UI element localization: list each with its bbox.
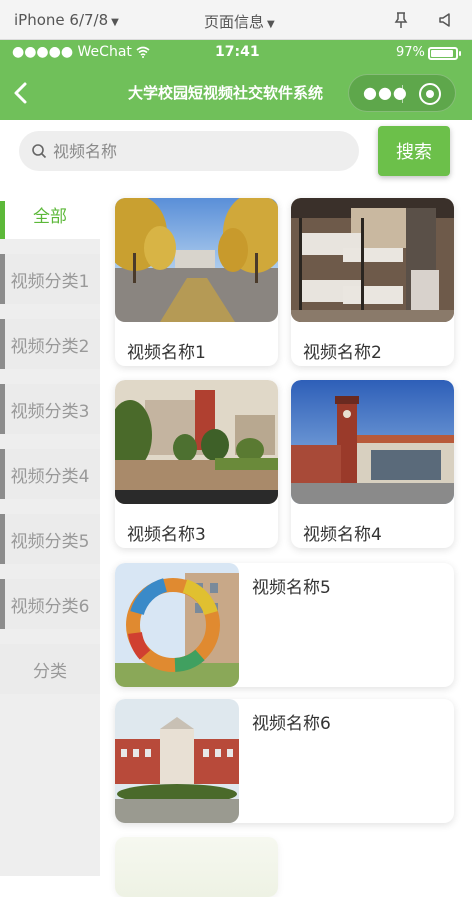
page-info-dropdown[interactable]: 页面信息 ▼ — [204, 11, 275, 32]
speaker-icon[interactable] — [438, 12, 454, 28]
video-name: 视频名称3 — [127, 525, 206, 545]
phone-status-bar: ●●●●● WeChat 17:41 97% — [0, 40, 472, 66]
search-input[interactable] — [53, 131, 343, 171]
capsule-divider — [402, 85, 403, 103]
video-name: 视频名称5 — [252, 578, 331, 598]
category-sidebar: 全部 视频分类1 视频分类2 视频分类3 视频分类4 视频分类5 视频分类6 分… — [0, 189, 100, 876]
video-card[interactable]: 视频名称6 — [115, 699, 454, 823]
video-thumbnail — [115, 198, 278, 322]
miniprogram-capsule: ●●● — [348, 74, 456, 112]
video-thumbnail — [115, 699, 239, 823]
wifi-icon — [136, 46, 150, 58]
device-label: iPhone 6/7/8 — [14, 11, 109, 29]
sidebar-top-gap — [0, 189, 100, 201]
video-name: 视频名称6 — [252, 714, 331, 734]
category-item[interactable]: 视频分类2 — [0, 319, 100, 369]
video-thumbnail — [115, 380, 278, 504]
video-card[interactable]: 视频名称5 — [115, 563, 454, 687]
category-item[interactable]: 视频分类3 — [0, 384, 100, 434]
video-thumbnail — [291, 380, 454, 504]
video-name: 视频名称4 — [303, 525, 382, 545]
video-name: 视频名称2 — [303, 343, 382, 363]
category-item[interactable]: 视频分类6 — [0, 579, 100, 629]
simulator-toolbar: iPhone 6/7/8 ▼ 页面信息 ▼ — [0, 0, 472, 40]
battery-icon — [428, 47, 461, 60]
close-miniprogram-icon[interactable] — [419, 83, 441, 105]
video-thumbnail — [291, 198, 454, 322]
caret-down-icon: ▼ — [267, 19, 275, 30]
video-card[interactable]: 视频名称3 — [115, 380, 278, 548]
pin-icon[interactable] — [394, 12, 408, 28]
search-button[interactable]: 搜索 — [378, 126, 450, 176]
battery-percent: 97% — [396, 45, 425, 60]
search-icon — [31, 143, 47, 159]
clock: 17:41 — [215, 44, 260, 60]
category-item[interactable]: 分类 — [0, 644, 100, 694]
video-card[interactable]: 视频名称2 — [291, 198, 454, 366]
caret-down-icon: ▼ — [111, 17, 119, 28]
category-item[interactable]: 视频分类1 — [0, 254, 100, 304]
page-title: 大学校园短视频社交软件系统 — [128, 84, 324, 102]
device-selector[interactable]: iPhone 6/7/8 ▼ — [14, 11, 119, 29]
video-card[interactable]: 视频名称1 — [115, 198, 278, 366]
video-name: 视频名称1 — [127, 343, 206, 363]
category-item[interactable]: 视频分类5 — [0, 514, 100, 564]
page-info-label: 页面信息 — [204, 13, 265, 31]
nav-bar: 大学校园短视频社交软件系统 ●●● — [0, 66, 472, 120]
video-card[interactable]: 视频名称4 — [291, 380, 454, 548]
video-thumbnail — [115, 563, 239, 687]
search-bar — [19, 131, 359, 171]
carrier-signal: ●●●●● WeChat — [12, 44, 150, 60]
category-item[interactable]: 视频分类4 — [0, 449, 100, 499]
video-card-partial[interactable] — [115, 837, 278, 897]
video-thumbnail — [115, 837, 278, 897]
back-icon[interactable] — [10, 80, 34, 106]
